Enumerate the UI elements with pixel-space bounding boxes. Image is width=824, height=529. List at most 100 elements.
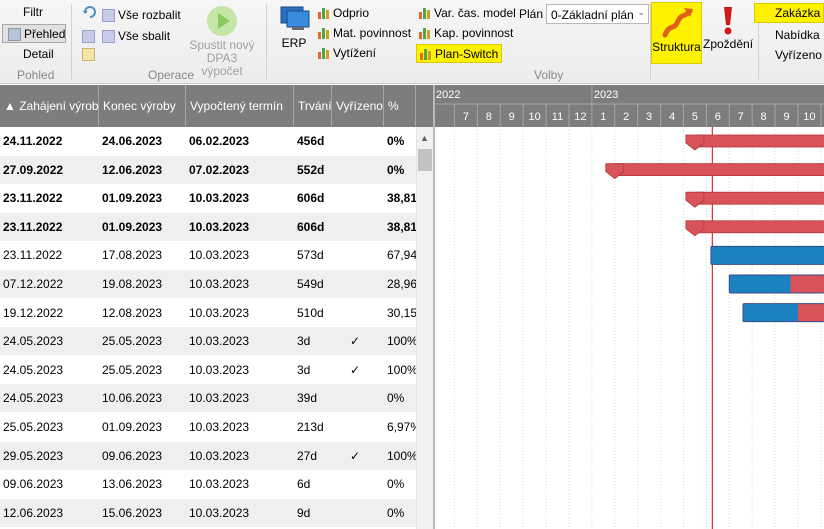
options-group-label: Volby <box>534 68 564 82</box>
table-cell-start: 12.06.2023 <box>3 505 64 520</box>
summary-bar[interactable] <box>614 163 824 176</box>
refresh-icon <box>83 6 96 18</box>
summary-bar[interactable] <box>694 220 824 234</box>
summary-bar[interactable] <box>694 134 824 148</box>
table-row[interactable]: 19.12.2022 12.08.2023 10.03.2023 510d 30,15% <box>0 299 416 327</box>
bar-chart-icon <box>419 7 431 19</box>
table-cell-done <box>332 184 384 212</box>
var-time-model-button[interactable]: Var. čas. model <box>416 4 519 23</box>
delay-button[interactable]: Zpoždění <box>703 4 753 64</box>
month-label: 7 <box>463 111 469 123</box>
table-cell-end: 25.05.2023 <box>102 362 163 377</box>
table-cell-done <box>332 127 384 155</box>
table-cell-done <box>332 499 384 527</box>
table-cell-pct: 30,15% <box>387 305 416 320</box>
plan-label: Plán <box>519 7 544 21</box>
order-button[interactable]: Zakázka <box>754 3 824 23</box>
table-cell-done <box>332 470 384 498</box>
cap-obligations-label: Kap. povinnost <box>434 26 514 40</box>
erp-button[interactable]: ERP <box>276 5 312 55</box>
column-header[interactable]: Vypočtený termín <box>186 85 294 127</box>
summary-start-marker <box>605 163 625 180</box>
table-cell-calc: 10.03.2023 <box>189 334 250 349</box>
expand-all-label: Vše rozbalit <box>118 8 181 22</box>
run-calc-button[interactable]: Spustit nový DPA3 výpočet <box>186 5 258 78</box>
table-cell-start: 24.05.2023 <box>3 362 64 377</box>
play-icon <box>207 6 237 36</box>
table-row[interactable]: 24.05.2023 10.06.2023 10.03.2023 39d 0% <box>0 384 416 413</box>
table-cell-done <box>332 213 384 241</box>
run-calc-label: Spustit nový DPA3 výpočet <box>189 38 255 78</box>
month-label: 7 <box>738 111 744 123</box>
summary-start-marker <box>685 134 705 151</box>
column-header[interactable]: Konec výroby <box>99 85 186 127</box>
structure-button[interactable]: Struktura <box>651 2 702 64</box>
table-row[interactable]: 23.11.2022 01.09.2023 10.03.2023 606d 38,81% <box>0 184 416 212</box>
scroll-up-icon[interactable]: ▲ <box>420 133 429 143</box>
column-header[interactable]: % <box>384 85 416 127</box>
table-cell-calc: 10.03.2023 <box>189 505 250 520</box>
scrollbar-thumb[interactable] <box>418 149 432 171</box>
overview-icon <box>8 28 21 41</box>
cap-obligations-button[interactable]: Kap. povinnost <box>416 24 516 43</box>
table-cell-calc: 10.03.2023 <box>189 362 250 377</box>
mat-obligations-button[interactable]: Mat. povinnost <box>315 24 414 43</box>
detail-button[interactable]: Detail <box>2 45 66 64</box>
odpriority-button[interactable]: Odprio <box>315 4 372 23</box>
expand-all-button[interactable]: Vše rozbalit <box>80 6 184 25</box>
utilization-label: Vytížení <box>333 46 376 60</box>
table-row[interactable]: 27.09.2022 12.06.2023 07.02.2023 552d 0% <box>0 155 416 184</box>
table-cell-pct: 0% <box>387 391 405 406</box>
table-row[interactable]: 29.05.2023 09.06.2023 10.03.2023 27d ✓ 100% <box>0 441 416 470</box>
plan-switch-label: Plan-Switch <box>435 47 499 61</box>
table-row[interactable]: 12.06.2023 15.06.2023 10.03.2023 9d 0% <box>0 498 416 527</box>
table-row[interactable]: 24.11.2022 24.06.2023 06.02.2023 456d 0% <box>0 127 416 155</box>
table-cell-done: ✓ <box>350 334 361 349</box>
table-cell-start: 19.12.2022 <box>3 305 64 320</box>
table-cell-end: 24.06.2023 <box>102 134 163 148</box>
table-cell-end: 01.09.2023 <box>102 219 163 234</box>
plan-switch-button[interactable]: Plan-Switch <box>416 44 503 63</box>
overview-button[interactable]: Přehled <box>2 24 66 43</box>
table-cell-dur: 606d <box>297 219 325 234</box>
table-cell-done <box>332 270 384 298</box>
table-cell-pct: 67,94% <box>387 248 416 263</box>
table-row[interactable]: 23.11.2022 01.09.2023 10.03.2023 606d 38,81% <box>0 212 416 241</box>
month-label: 5 <box>692 111 698 123</box>
filter-button[interactable]: Filtr <box>2 3 66 22</box>
collapse-all-button[interactable]: Vše sbalit <box>80 27 173 46</box>
table-cell-calc: 10.03.2023 <box>189 477 250 492</box>
table-cell-calc: 10.03.2023 <box>189 191 250 206</box>
table-cell-dur: 552d <box>297 162 325 177</box>
table-row[interactable]: 23.11.2022 17.08.2023 10.03.2023 573d 67,94% <box>0 241 416 269</box>
table-row[interactable]: 24.05.2023 25.05.2023 10.03.2023 3d ✓ 100% <box>0 327 416 356</box>
task-progress <box>710 246 824 265</box>
month-label: 11 <box>552 111 563 123</box>
summary-bar[interactable] <box>694 191 824 205</box>
vertical-scrollbar[interactable]: ▲ <box>416 127 433 529</box>
table-cell-start: 23.11.2022 <box>3 248 63 263</box>
table-cell-pct: 38,81% <box>387 191 416 206</box>
plan-select[interactable]: 0-Základní plán ⌄ <box>546 4 649 24</box>
column-header[interactable]: ▲ Zahájení výroby <box>0 85 99 127</box>
table-cell-start: 27.09.2022 <box>3 162 64 177</box>
table-cell-end: 25.05.2023 <box>102 334 163 349</box>
table-row[interactable]: 24.05.2023 25.05.2023 10.03.2023 3d ✓ 100% <box>0 356 416 384</box>
column-header[interactable]: Vyřízeno <box>332 85 384 127</box>
odpriority-label: Odprio <box>333 6 370 20</box>
table-row[interactable]: 07.12.2022 19.08.2023 10.03.2023 549d 28,96% <box>0 270 416 298</box>
bar-chart-icon <box>419 27 431 39</box>
column-header[interactable]: Trvání <box>294 85 332 127</box>
utilization-button[interactable]: Vytížení <box>315 44 379 63</box>
done-button[interactable]: Vyřízeno <box>775 48 822 62</box>
offer-button[interactable]: Nabídka <box>775 28 820 42</box>
table-row[interactable]: 09.06.2023 13.06.2023 10.03.2023 6d 0% <box>0 470 416 498</box>
table-row[interactable]: 25.05.2023 01.09.2023 10.03.2023 213d 6,97% <box>0 413 416 441</box>
view-group-label: Pohled <box>17 68 55 82</box>
table-cell-dur: 573d <box>297 248 324 263</box>
table-cell-end: 17.08.2023 <box>102 248 163 263</box>
filter-label: Filtr <box>23 5 43 19</box>
table-cell-dur: 456d <box>297 134 325 148</box>
table-cell-calc: 10.03.2023 <box>189 391 250 406</box>
task-progress <box>743 303 798 322</box>
